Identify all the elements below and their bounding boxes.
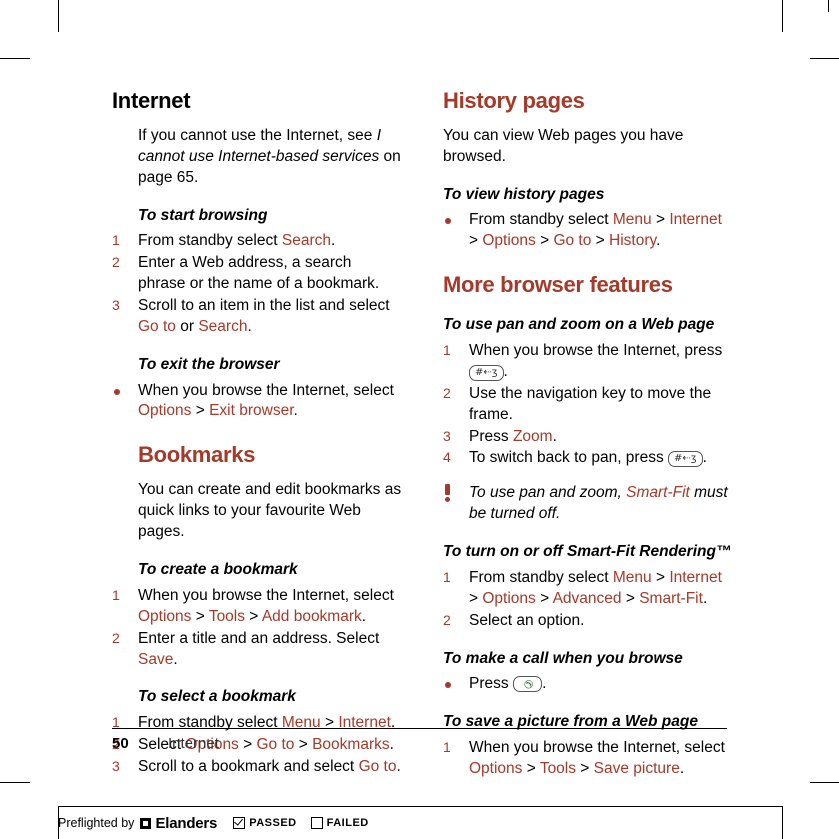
steps-to-make-a-call: Press ✆. bbox=[443, 674, 733, 695]
list-item: 1 From standby select Menu > Internet > O… bbox=[443, 568, 722, 607]
heading-to-start-browsing: To start browsing bbox=[138, 206, 268, 224]
list-item: When you browse the Internet, select Opt… bbox=[112, 381, 402, 423]
step-number: 3 bbox=[112, 297, 120, 314]
preflight-bar: Preflighted by Elanders PASSED FAILED bbox=[58, 806, 782, 839]
list-item: 2 Select an option. bbox=[443, 611, 585, 629]
call-key-icon: ✆ bbox=[512, 676, 543, 693]
checkbox-icon bbox=[310, 817, 323, 829]
list-item: Press ✆. bbox=[443, 674, 733, 695]
crop-mark-right-bottom bbox=[810, 782, 839, 783]
crop-mark-top-left bbox=[58, 0, 59, 32]
list-item: 1 When you browse the Internet, press #⇠ʒ… bbox=[443, 341, 723, 381]
logo-mark-icon bbox=[140, 817, 152, 829]
heading-to-view-history-pages: To view history pages bbox=[443, 185, 605, 203]
hash-key-icon: #⇠ʒ bbox=[668, 451, 703, 468]
steps-smart-fit-rendering: 1 From standby select Menu > Internet > O… bbox=[443, 568, 733, 632]
step-number: 2 bbox=[112, 254, 120, 271]
list-item: 1 From standby select Menu > Internet. bbox=[112, 714, 396, 732]
elanders-logo: Elanders bbox=[140, 815, 217, 832]
list-item: 1 When you browse the Internet, select Op… bbox=[112, 586, 394, 625]
left-column: Internet If you cannot use the Internet,… bbox=[112, 88, 402, 779]
page-footer: 50 Internet bbox=[112, 735, 727, 752]
step-number: 1 bbox=[112, 714, 120, 731]
bullet-icon bbox=[445, 682, 451, 689]
preflight-passed-checkbox[interactable]: PASSED bbox=[233, 817, 296, 829]
crop-mark-top-right bbox=[782, 0, 783, 32]
step-number: 1 bbox=[443, 341, 451, 358]
list-item: 3 Scroll to an item in the list and selec… bbox=[112, 297, 390, 336]
step-number: 4 bbox=[443, 449, 451, 466]
preflight-label: Preflighted by bbox=[58, 816, 135, 830]
crop-mark-left-bottom bbox=[0, 782, 30, 783]
footer-page-number: 50 bbox=[112, 735, 129, 752]
warning-icon bbox=[443, 484, 452, 503]
step-number: 3 bbox=[112, 757, 120, 774]
hash-key-icon: #⇠ʒ bbox=[469, 364, 504, 381]
bullet-icon bbox=[445, 218, 451, 225]
step-number: 2 bbox=[443, 384, 451, 401]
footer-divider bbox=[112, 728, 727, 729]
logo-text: Elanders bbox=[155, 814, 218, 832]
list-item: 2 Use the navigation key to move the fram… bbox=[443, 384, 712, 423]
steps-to-create-a-bookmark: 1 When you browse the Internet, select Op… bbox=[112, 586, 402, 671]
crop-mark-right-top bbox=[810, 58, 839, 59]
history-intro: You can view Web pages you have browsed. bbox=[443, 127, 684, 165]
list-item: 2 Enter a title and an address. Select Sa… bbox=[112, 629, 380, 668]
crop-mark-corner bbox=[828, 0, 829, 12]
heading-more-browser-features: More browser features bbox=[443, 272, 673, 298]
step-number: 1 bbox=[112, 232, 120, 249]
note-pan-and-zoom: To use pan and zoom, Smart-Fit must be t… bbox=[443, 483, 733, 525]
heading-to-select-a-bookmark: To select a bookmark bbox=[138, 688, 296, 706]
list-item: 4 To switch back to pan, press #⇠ʒ. bbox=[443, 449, 707, 468]
list-item: 2 Enter a Web address, a search phrase or… bbox=[112, 254, 380, 293]
heading-to-make-a-call: To make a call when you browse bbox=[443, 649, 683, 667]
right-column: History pages You can view Web pages you… bbox=[443, 88, 733, 781]
failed-label: FAILED bbox=[326, 817, 369, 829]
crop-mark-bottom-right bbox=[782, 806, 783, 839]
heading-history-pages: History pages bbox=[443, 88, 585, 113]
manual-page: Internet If you cannot use the Internet,… bbox=[0, 0, 839, 839]
step-number: 2 bbox=[443, 611, 451, 628]
intro-paragraph: If you cannot use the Internet, see I ca… bbox=[138, 127, 401, 186]
step-number: 1 bbox=[112, 586, 120, 603]
steps-to-use-pan-and-zoom: 1 When you browse the Internet, press #⇠ʒ… bbox=[443, 341, 733, 470]
list-item: 1 From standby select Search. bbox=[112, 232, 336, 250]
heading-to-exit-the-browser: To exit the browser bbox=[138, 355, 280, 373]
page-title: Internet bbox=[112, 88, 191, 113]
heading-to-use-pan-and-zoom: To use pan and zoom on a Web page bbox=[443, 316, 715, 334]
heading-to-create-a-bookmark: To create a bookmark bbox=[138, 561, 298, 579]
preflight-failed-checkbox[interactable]: FAILED bbox=[310, 817, 369, 829]
list-item: 3 Press Zoom. bbox=[443, 427, 557, 445]
list-item: 3 Scroll to a bookmark and select Go to. bbox=[112, 757, 401, 775]
steps-to-view-history-pages: From standby select Menu > Internet > Op… bbox=[443, 210, 733, 252]
passed-label: PASSED bbox=[249, 817, 297, 829]
heading-bookmarks: Bookmarks bbox=[138, 442, 256, 468]
checkbox-icon bbox=[233, 817, 246, 829]
heading-smart-fit-rendering: To turn on or off Smart-Fit Rendering™ bbox=[443, 543, 732, 561]
steps-to-start-browsing: 1 From standby select Search. 2 Enter a We… bbox=[112, 231, 402, 338]
footer-chapter: Internet bbox=[168, 735, 219, 752]
step-number: 1 bbox=[443, 568, 451, 585]
bullet-icon bbox=[114, 388, 120, 395]
steps-to-exit-the-browser: When you browse the Internet, select Opt… bbox=[112, 381, 402, 423]
step-number: 3 bbox=[443, 427, 451, 444]
list-item: From standby select Menu > Internet > Op… bbox=[443, 210, 733, 252]
step-number: 2 bbox=[112, 629, 120, 646]
bookmarks-intro: You can create and edit bookmarks as qui… bbox=[138, 481, 402, 541]
crop-mark-left-top bbox=[0, 58, 30, 59]
